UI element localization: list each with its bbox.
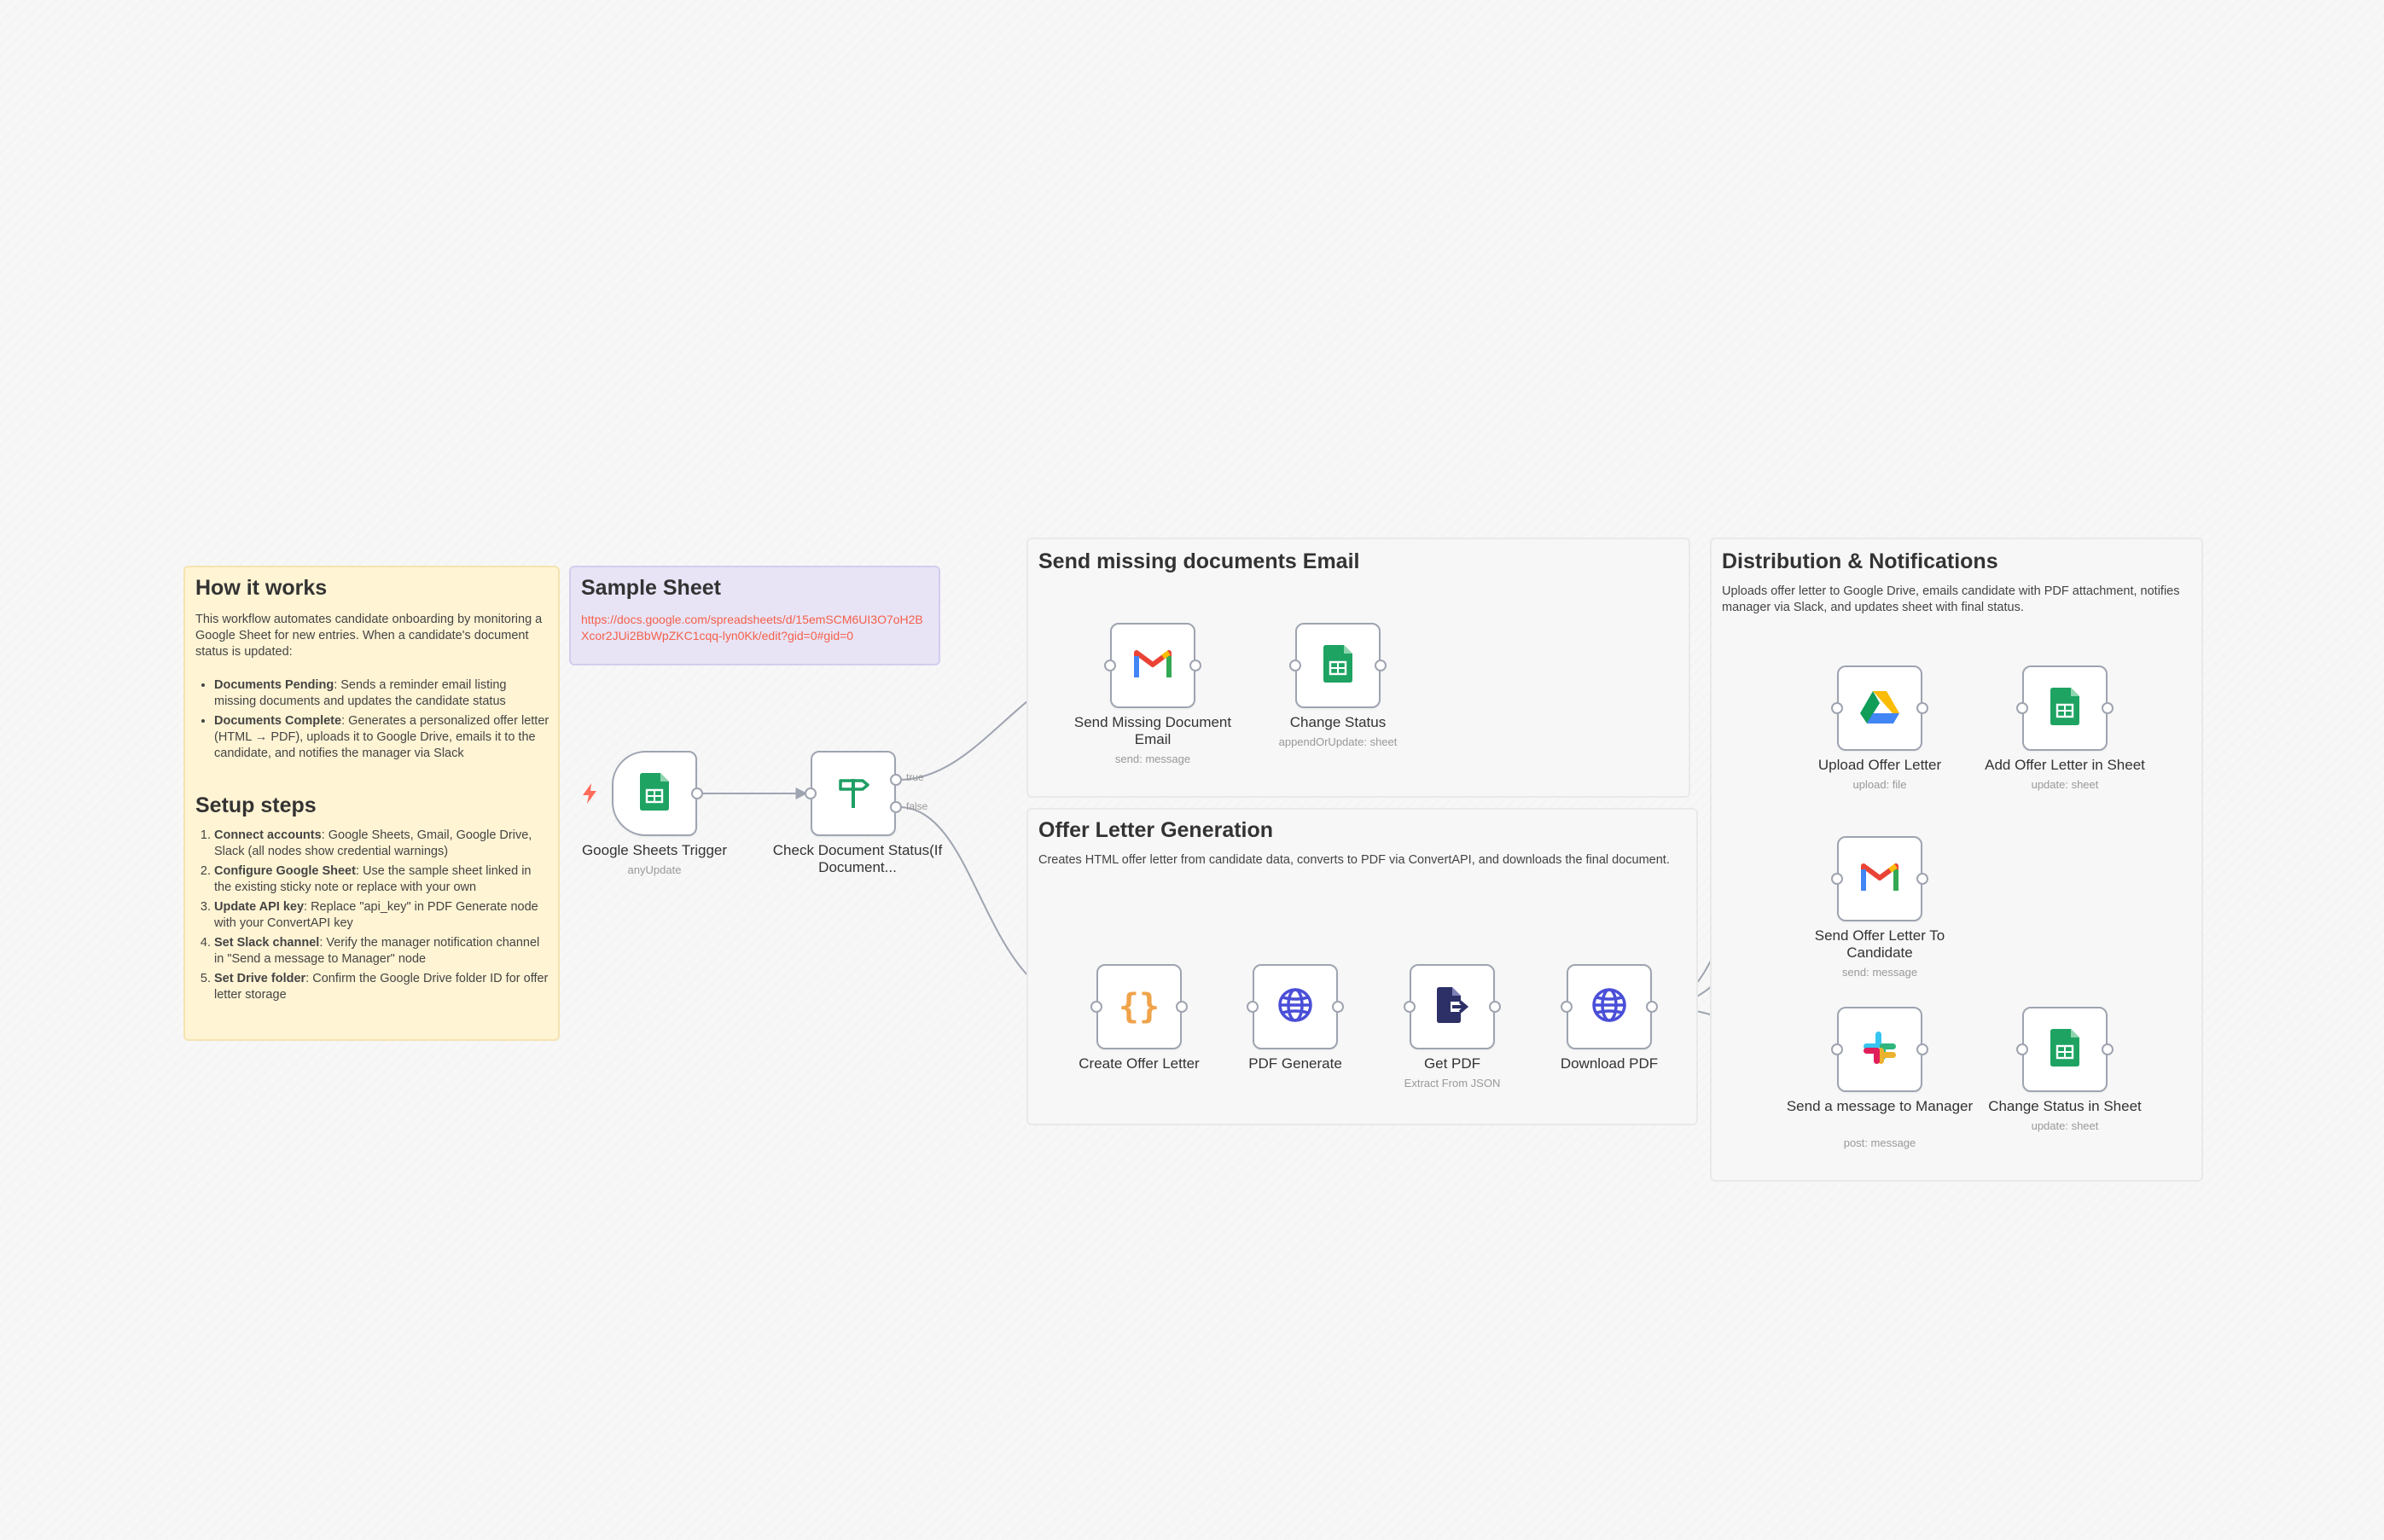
setup-step: Configure Google Sheet: Use the sample s… [214, 863, 549, 896]
node-change-status-in-sheet[interactable] [2022, 1007, 2108, 1092]
sticky-note-distribution[interactable]: Distribution & Notifications Uploads off… [1710, 538, 2203, 1182]
node-label: Check Document Status(If Document... [772, 842, 943, 875]
file-export-icon [1433, 986, 1471, 1028]
globe-icon [1591, 987, 1627, 1027]
node-get-pdf[interactable] [1410, 964, 1495, 1049]
output-handle[interactable] [1375, 660, 1387, 671]
how-it-works-bullets: Documents Pending: Sends a reminder emai… [195, 677, 549, 762]
sample-sheet-title: Sample Sheet [581, 576, 721, 600]
node-upload-offer-letter[interactable] [1837, 665, 1922, 751]
distribution-title: Distribution & Notifications [1722, 549, 1998, 573]
setup-steps-title: Setup steps [195, 793, 317, 817]
google-sheets-icon [2050, 687, 2079, 729]
node-subtitle: Extract From JSON [1404, 1077, 1501, 1090]
input-handle[interactable] [1247, 1001, 1259, 1013]
node-label: Change Status in Sheet [1988, 1098, 2142, 1114]
node-label: Google Sheets Trigger [581, 842, 728, 858]
setup-step: Set Slack channel: Verify the manager no… [214, 935, 549, 968]
output-true-handle[interactable] [890, 774, 902, 786]
input-handle[interactable] [1831, 1043, 1843, 1055]
branch-false-label: false [906, 800, 928, 812]
node-label: Send Missing Document Email [1073, 714, 1232, 747]
missing-docs-title: Send missing documents Email [1038, 549, 1360, 573]
output-handle[interactable] [1489, 1001, 1501, 1013]
sticky-note-how-it-works[interactable]: How it works This workflow automates can… [183, 566, 560, 1041]
output-handle[interactable] [1176, 1001, 1188, 1013]
output-handle[interactable] [1916, 873, 1928, 885]
output-handle[interactable] [691, 787, 703, 799]
google-sheets-icon [640, 772, 669, 815]
node-subtitle: upload: file [1852, 778, 1907, 791]
code-braces-icon: {} [1118, 987, 1160, 1026]
output-handle[interactable] [1646, 1001, 1658, 1013]
input-handle[interactable] [805, 787, 817, 799]
distribution-desc: Uploads offer letter to Google Drive, em… [1722, 584, 2180, 614]
node-create-offer-letter[interactable]: {} [1096, 964, 1182, 1049]
sticky-note-sample-sheet[interactable]: Sample Sheet https://docs.google.com/spr… [569, 566, 940, 665]
node-label: Upload Offer Letter [1817, 757, 1942, 773]
output-handle[interactable] [2102, 1043, 2114, 1055]
input-handle[interactable] [1561, 1001, 1573, 1013]
node-subtitle: send: message [1841, 966, 1918, 979]
how-it-works-intro: This workflow automates candidate onboar… [195, 612, 549, 765]
input-handle[interactable] [1404, 1001, 1416, 1013]
output-handle[interactable] [2102, 702, 2114, 714]
input-handle[interactable] [1831, 702, 1843, 714]
node-send-offer-letter-to-candidate[interactable] [1837, 836, 1922, 921]
bullet-documents-pending: Documents Pending: Sends a reminder emai… [214, 677, 549, 710]
node-label: Send Offer Letter To Candidate [1814, 927, 1945, 961]
node-subtitle: appendOrUpdate: sheet [1278, 735, 1398, 748]
signpost-icon [835, 774, 871, 814]
node-label: Send a message to Manager [1786, 1098, 1974, 1114]
node-add-offer-letter-in-sheet[interactable] [2022, 665, 2108, 751]
input-handle[interactable] [2016, 702, 2028, 714]
node-download-pdf[interactable] [1567, 964, 1652, 1049]
node-subtitle: update: sheet [2031, 778, 2099, 791]
output-handle[interactable] [1916, 702, 1928, 714]
node-label: Download PDF [1560, 1055, 1659, 1072]
node-check-document-status[interactable] [811, 751, 896, 836]
input-handle[interactable] [2016, 1043, 2028, 1055]
node-subtitle: send: message [1114, 753, 1191, 765]
offer-generation-desc: Creates HTML offer letter from candidate… [1038, 853, 1670, 867]
setup-step: Set Drive folder: Confirm the Google Dri… [214, 971, 549, 1003]
google-drive-icon [1860, 689, 1899, 728]
input-handle[interactable] [1289, 660, 1301, 671]
offer-generation-title: Offer Letter Generation [1038, 818, 1274, 842]
node-subtitle: update: sheet [2031, 1119, 2099, 1132]
google-sheets-icon [2050, 1028, 2079, 1071]
input-handle[interactable] [1090, 1001, 1102, 1013]
gmail-icon [1861, 863, 1898, 896]
output-handle[interactable] [1189, 660, 1201, 671]
output-handle[interactable] [1916, 1043, 1928, 1055]
google-sheets-icon [1323, 644, 1352, 687]
trigger-bolt-icon [583, 783, 596, 808]
node-pdf-generate[interactable] [1253, 964, 1338, 1049]
setup-steps-list: Connect accounts: Google Sheets, Gmail, … [195, 828, 549, 1007]
input-handle[interactable] [1104, 660, 1116, 671]
branch-true-label: true [906, 771, 924, 783]
node-send-message-to-manager[interactable] [1837, 1007, 1922, 1092]
node-change-status[interactable] [1295, 623, 1381, 708]
how-it-works-title: How it works [195, 576, 328, 600]
setup-step: Connect accounts: Google Sheets, Gmail, … [214, 828, 549, 860]
node-google-sheets-trigger[interactable] [612, 751, 697, 836]
node-label: Add Offer Letter in Sheet [1985, 757, 2145, 773]
input-handle[interactable] [1831, 873, 1843, 885]
node-subtitle: post: message [1843, 1136, 1916, 1149]
bullet-documents-complete: Documents Complete: Generates a personal… [214, 713, 549, 762]
globe-icon [1277, 987, 1313, 1027]
sample-sheet-link[interactable]: https://docs.google.com/spreadsheets/d/1… [581, 612, 931, 644]
output-false-handle[interactable] [890, 801, 902, 813]
output-handle[interactable] [1332, 1001, 1344, 1013]
slack-icon [1862, 1030, 1898, 1070]
node-label: Change Status [1289, 714, 1387, 730]
gmail-icon [1134, 649, 1172, 683]
node-subtitle: anyUpdate [627, 863, 682, 876]
setup-step: Update API key: Replace "api_key" in PDF… [214, 899, 549, 932]
node-send-missing-document-email[interactable] [1110, 623, 1195, 708]
